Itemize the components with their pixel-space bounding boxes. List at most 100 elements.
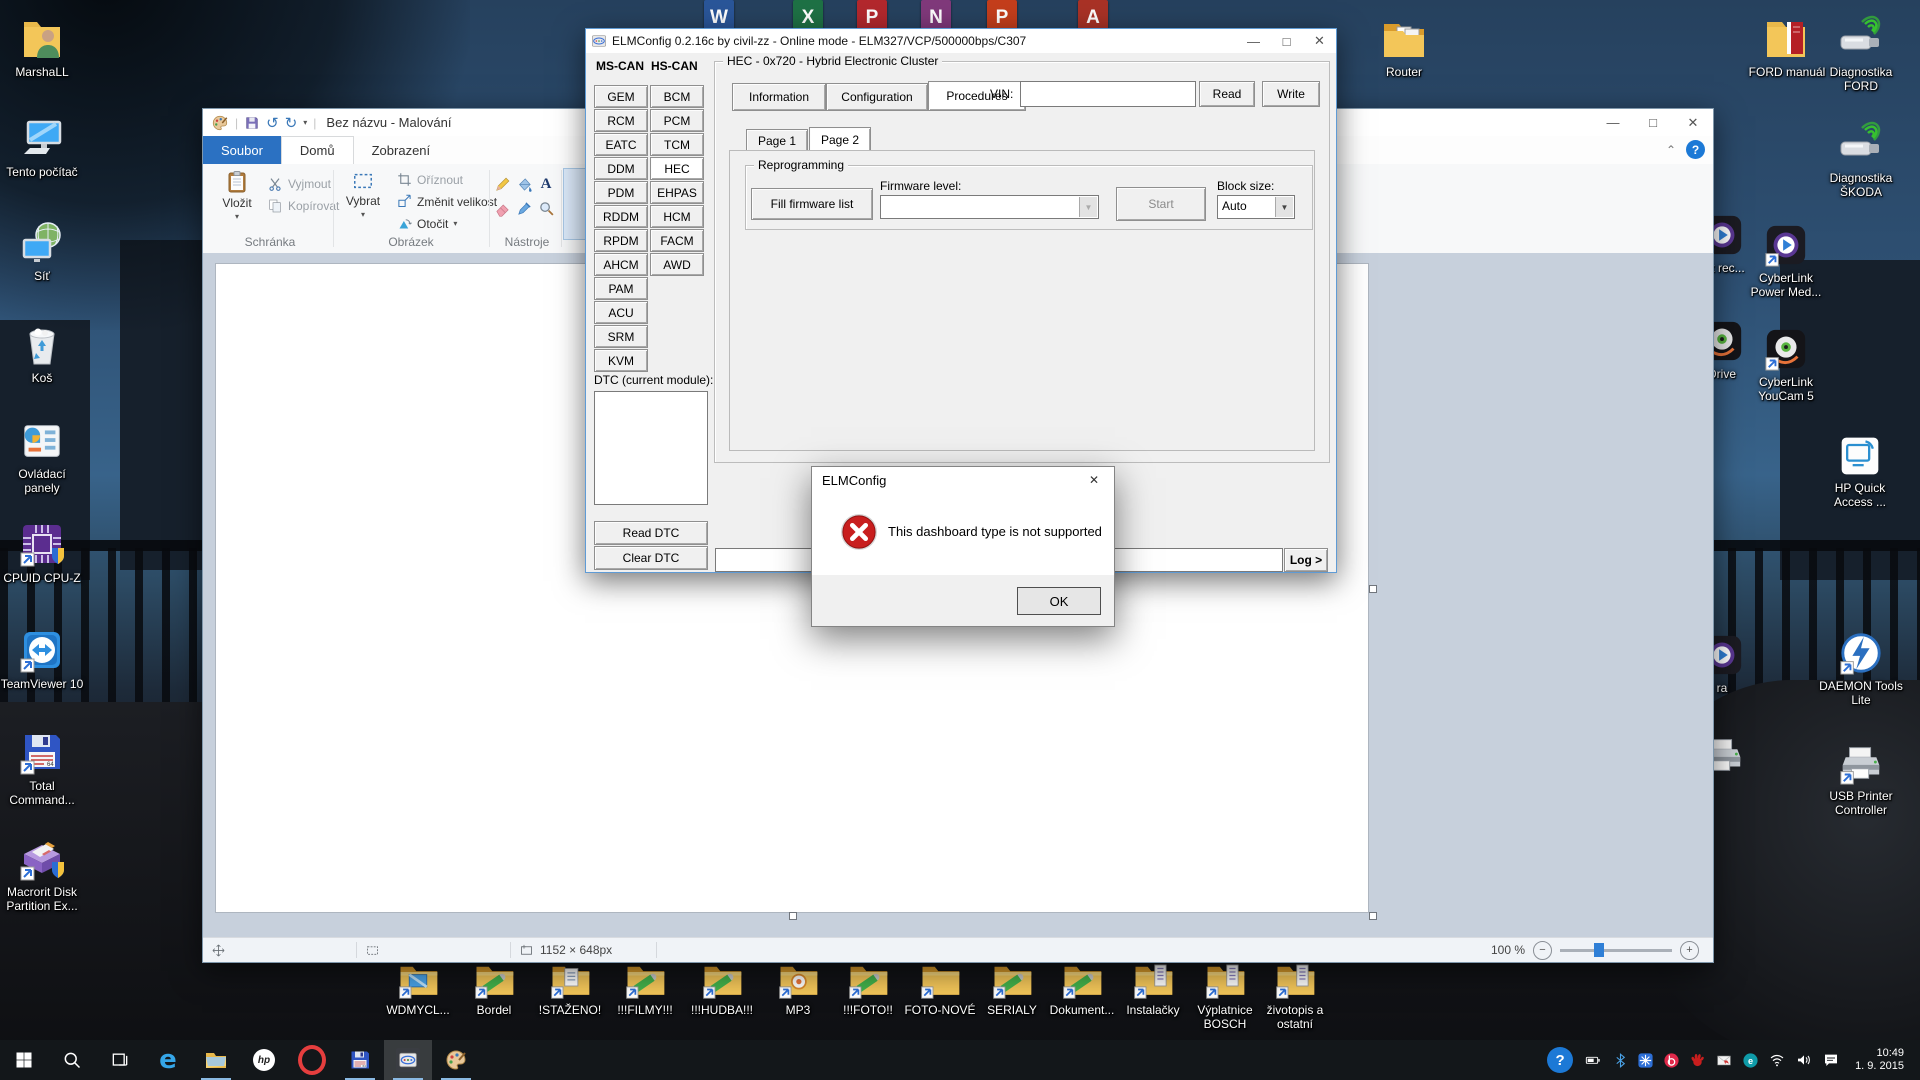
folder-shortcut[interactable]: !!!FILMY!!! — [603, 958, 687, 1017]
minimize-button[interactable]: — — [1593, 109, 1633, 136]
bluetooth-icon[interactable] — [1613, 1052, 1628, 1069]
tab-zobrazeni[interactable]: Zobrazení — [354, 136, 449, 164]
resize-button[interactable]: Změnit velikost — [397, 194, 497, 209]
read-dtc-button[interactable]: Read DTC — [594, 521, 708, 545]
zoom-slider[interactable] — [1560, 949, 1672, 952]
dtc-listbox[interactable] — [594, 391, 708, 505]
qat-customize-icon[interactable]: ▾ — [303, 118, 307, 127]
tray-help-icon[interactable]: ? — [1547, 1047, 1573, 1073]
module-button-hcm[interactable]: HCM — [650, 205, 704, 228]
paste-button[interactable]: Vložit ▾ — [211, 170, 263, 234]
canvas-resize-handle-bottom[interactable] — [789, 912, 797, 920]
folder-shortcut[interactable]: Bordel — [452, 958, 536, 1017]
dialog-close-icon[interactable]: ✕ — [1074, 467, 1114, 493]
combo-arrow-icon[interactable]: ▼ — [1079, 197, 1097, 217]
ok-button[interactable]: OK — [1017, 587, 1101, 615]
desktop-icon-cpuz[interactable]: CPUID CPU-Z — [0, 518, 84, 585]
coretemp-icon[interactable] — [1637, 1052, 1654, 1069]
taskbar-hp[interactable]: hp — [240, 1040, 288, 1080]
battery-icon[interactable] — [1582, 1052, 1604, 1068]
tab-soubor[interactable]: Soubor — [203, 136, 281, 164]
desktop-icon-marshall[interactable]: MarshaLL — [0, 12, 84, 79]
tab-configuration[interactable]: Configuration — [826, 83, 928, 111]
module-button-hec-active[interactable]: HEC — [650, 157, 704, 180]
folder-shortcut[interactable]: !!!HUDBA!!! — [680, 958, 764, 1017]
tab-domu[interactable]: Domů — [281, 136, 354, 164]
canvas-resize-handle-right[interactable] — [1369, 585, 1377, 593]
beats-audio-icon[interactable] — [1663, 1052, 1680, 1069]
module-button-kvm[interactable]: KVM — [594, 349, 648, 372]
desktop-icon-usb-printer[interactable]: USB Printer Controller — [1819, 736, 1903, 817]
clear-dtc-button[interactable]: Clear DTC — [594, 546, 708, 570]
taskbar-paint[interactable] — [432, 1040, 480, 1080]
vin-read-button[interactable]: Read — [1199, 81, 1255, 107]
module-button-acu[interactable]: ACU — [594, 301, 648, 324]
task-view-button[interactable] — [96, 1040, 144, 1080]
module-button-gem[interactable]: GEM — [594, 85, 648, 108]
module-button-ahcm[interactable]: AHCM — [594, 253, 648, 276]
copy-button[interactable]: Kopírovat — [267, 198, 339, 214]
select-button[interactable]: Vybrat ▾ — [337, 170, 389, 234]
taskbar-clock[interactable]: 10:49 1. 9. 2015 — [1849, 1047, 1910, 1073]
search-button[interactable] — [48, 1040, 96, 1080]
mail-icon[interactable] — [1715, 1053, 1733, 1068]
desktop-icon-diagnostika-ford[interactable]: Diagnostika FORD — [1819, 12, 1903, 93]
redo-icon[interactable]: ↻ — [285, 114, 298, 132]
module-button-srm[interactable]: SRM — [594, 325, 648, 348]
vin-write-button[interactable]: Write — [1262, 81, 1320, 107]
text-tool-icon[interactable]: A — [541, 176, 552, 193]
module-button-rcm[interactable]: RCM — [594, 109, 648, 132]
cut-button[interactable]: Vyjmout — [267, 176, 331, 192]
help-icon[interactable]: ? — [1686, 140, 1705, 159]
magnifier-tool-icon[interactable] — [538, 200, 555, 217]
desktop-icon-router[interactable]: Router — [1362, 12, 1446, 79]
collapse-ribbon-icon[interactable]: ⌃ — [1666, 143, 1676, 157]
eset-icon[interactable] — [1742, 1052, 1759, 1069]
maximize-button[interactable]: □ — [1633, 109, 1673, 136]
maximize-button[interactable]: □ — [1270, 30, 1303, 52]
module-button-pcm[interactable]: PCM — [650, 109, 704, 132]
eraser-tool-icon[interactable] — [494, 200, 511, 217]
desktop-icon-recycle-bin[interactable]: Koš — [0, 318, 84, 385]
desktop-icon-total-commander[interactable]: Total Command... — [0, 726, 84, 807]
block-size-combobox[interactable]: Auto ▼ — [1217, 195, 1295, 219]
module-button-ehpas[interactable]: EHPAS — [650, 181, 704, 204]
desktop-icon-macrorit[interactable]: Macrorit Disk Partition Ex... — [0, 832, 84, 913]
desktop-icon-hp-quick-access[interactable]: HP Quick Access ... — [1818, 428, 1902, 509]
desktop-icon-diagnostika-skoda[interactable]: Diagnostika ŠKODA — [1819, 118, 1903, 199]
module-button-rddm[interactable]: RDDM — [594, 205, 648, 228]
zoom-out-button[interactable]: − — [1533, 941, 1552, 960]
folder-shortcut[interactable]: WDMYCL... — [376, 958, 460, 1017]
module-button-facm[interactable]: FACM — [650, 229, 704, 252]
module-button-bcm[interactable]: BCM — [650, 85, 704, 108]
save-icon[interactable] — [244, 115, 260, 131]
zoom-in-button[interactable]: + — [1680, 941, 1699, 960]
taskbar-elmconfig-active[interactable] — [384, 1040, 432, 1080]
fill-tool-icon[interactable] — [516, 176, 533, 193]
bloody-mouse-icon[interactable] — [1689, 1052, 1706, 1069]
module-button-rpdm[interactable]: RPDM — [594, 229, 648, 252]
close-button[interactable]: ✕ — [1303, 30, 1336, 52]
pencil-tool-icon[interactable] — [494, 176, 511, 193]
desktop-icon-teamviewer[interactable]: TeamViewer 10 — [0, 624, 84, 691]
log-button[interactable]: Log > — [1284, 548, 1328, 572]
action-center-icon[interactable] — [1822, 1052, 1840, 1068]
color-picker-tool-icon[interactable] — [516, 200, 533, 217]
desktop-icon-network[interactable]: Síť — [0, 216, 84, 283]
desktop-icon-this-pc[interactable]: Tento počítač — [0, 112, 84, 179]
crop-button[interactable]: Oříznout — [397, 172, 463, 187]
desktop-icon-ford-manual[interactable]: FORD manuál — [1745, 12, 1829, 79]
module-button-pdm[interactable]: PDM — [594, 181, 648, 204]
desktop-icon-daemon-tools[interactable]: DAEMON Tools Lite — [1819, 626, 1903, 707]
start-button[interactable] — [0, 1040, 48, 1080]
module-button-eatc[interactable]: EATC — [594, 133, 648, 156]
folder-shortcut[interactable]: životopis a ostatní — [1253, 958, 1337, 1031]
tab-information[interactable]: Information — [732, 83, 826, 111]
module-button-ddm[interactable]: DDM — [594, 157, 648, 180]
minimize-button[interactable]: — — [1237, 30, 1270, 52]
taskbar-file-explorer[interactable] — [192, 1040, 240, 1080]
taskbar-edge[interactable]: e — [144, 1040, 192, 1080]
start-button-disabled[interactable]: Start — [1116, 187, 1206, 221]
rotate-button[interactable]: Otočit ▾ — [397, 216, 457, 231]
taskbar-opera[interactable] — [288, 1040, 336, 1080]
